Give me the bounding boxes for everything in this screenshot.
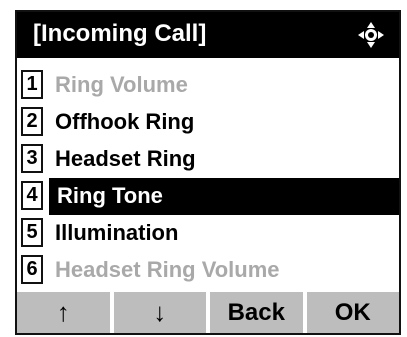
menu-item-label: Illumination	[55, 220, 179, 245]
menu-item-label: Headset Ring	[55, 146, 196, 171]
four-way-navigation-icon	[357, 21, 385, 49]
title-bar: [Incoming Call]	[17, 12, 399, 58]
screen-title: [Incoming Call]	[33, 20, 207, 47]
ok-softkey[interactable]: OK	[306, 292, 399, 333]
menu-item-offhook-ring[interactable]: 2 Offhook Ring	[17, 104, 399, 141]
menu-list: 1 Ring Volume 2 Offhook Ring 3 Headset R…	[17, 58, 399, 289]
menu-item-number: 2	[21, 107, 43, 136]
menu-item-ring-tone[interactable]: 4 Ring Tone	[17, 178, 399, 215]
menu-item-ring-volume[interactable]: 1 Ring Volume	[17, 67, 399, 104]
softkey-bar: ↑ ↓ Back OK	[17, 292, 399, 333]
back-softkey[interactable]: Back	[210, 292, 303, 333]
menu-item-number: 1	[21, 70, 43, 99]
menu-item-number: 6	[21, 255, 43, 284]
menu-item-headset-ring[interactable]: 3 Headset Ring	[17, 141, 399, 178]
menu-item-number: 5	[21, 218, 43, 247]
phone-display: [Incoming Call] 1 Ring Volume 2 Offhook …	[15, 10, 401, 335]
menu-item-headset-ring-volume[interactable]: 6 Headset Ring Volume	[17, 252, 399, 289]
menu-item-number: 4	[21, 181, 43, 210]
menu-item-number: 3	[21, 144, 43, 173]
menu-item-label: Ring Volume	[55, 72, 188, 97]
menu-item-label: Headset Ring Volume	[55, 257, 280, 282]
menu-item-label: Ring Tone	[57, 183, 163, 208]
up-arrow-softkey[interactable]: ↑	[17, 292, 110, 333]
down-arrow-softkey[interactable]: ↓	[113, 292, 206, 333]
menu-item-illumination[interactable]: 5 Illumination	[17, 215, 399, 252]
menu-item-label: Offhook Ring	[55, 109, 195, 134]
